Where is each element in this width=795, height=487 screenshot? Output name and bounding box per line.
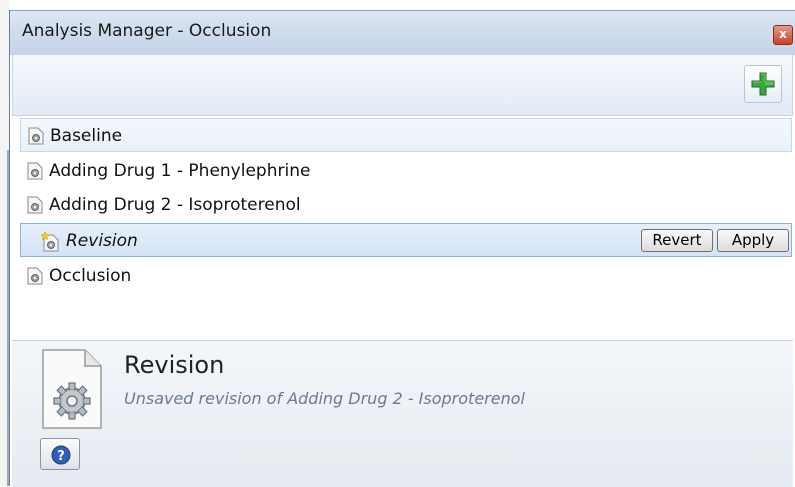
- add-analysis-button[interactable]: [744, 65, 782, 103]
- close-button[interactable]: x: [773, 25, 793, 45]
- analysis-manager-window: Analysis Manager - Occlusion x Baseline: [9, 10, 795, 487]
- list-item-label: Adding Drug 1 - Phenylephrine: [49, 161, 311, 181]
- details-subtitle: Unsaved revision of Adding Drug 2 - Isop…: [124, 389, 525, 408]
- list-item-revision[interactable]: Revision Revert Apply: [20, 223, 792, 257]
- list-item-label: Baseline: [50, 126, 123, 146]
- unsaved-document-icon: [41, 232, 59, 252]
- document-gear-icon: [27, 267, 43, 285]
- green-plus-icon: [751, 72, 775, 96]
- list-item-drug-2[interactable]: Adding Drug 2 - Isoproterenol: [20, 188, 792, 222]
- revert-button[interactable]: Revert: [641, 229, 713, 252]
- list-item-occlusion[interactable]: Occlusion: [20, 259, 792, 293]
- toolbar: [12, 54, 793, 116]
- apply-button[interactable]: Apply: [717, 229, 789, 252]
- svg-text:?: ?: [57, 449, 65, 464]
- details-title: Revision: [124, 351, 225, 379]
- list-item-drug-1[interactable]: Adding Drug 1 - Phenylephrine: [20, 154, 792, 188]
- title-bar[interactable]: Analysis Manager - Occlusion x: [10, 10, 795, 55]
- list-item-label: Adding Drug 2 - Isoproterenol: [49, 195, 301, 215]
- help-button[interactable]: ?: [40, 438, 80, 470]
- desktop-edge: [0, 0, 9, 486]
- list-item-label: Occlusion: [49, 266, 132, 286]
- close-icon: x: [779, 27, 787, 41]
- document-gear-icon: [27, 196, 43, 214]
- document-gear-icon: [28, 127, 44, 145]
- list-item-label: Revision: [66, 231, 138, 251]
- window-title: Analysis Manager - Occlusion: [22, 21, 272, 41]
- help-icon: ?: [51, 445, 71, 465]
- document-gear-icon: [27, 162, 43, 180]
- analysis-list: Baseline Adding Drug 1 - Phenylephrine A…: [20, 116, 792, 339]
- gear-document-icon: [42, 349, 102, 429]
- details-panel: Revision Unsaved revision of Adding Drug…: [12, 340, 793, 487]
- list-item-baseline[interactable]: Baseline: [20, 118, 792, 152]
